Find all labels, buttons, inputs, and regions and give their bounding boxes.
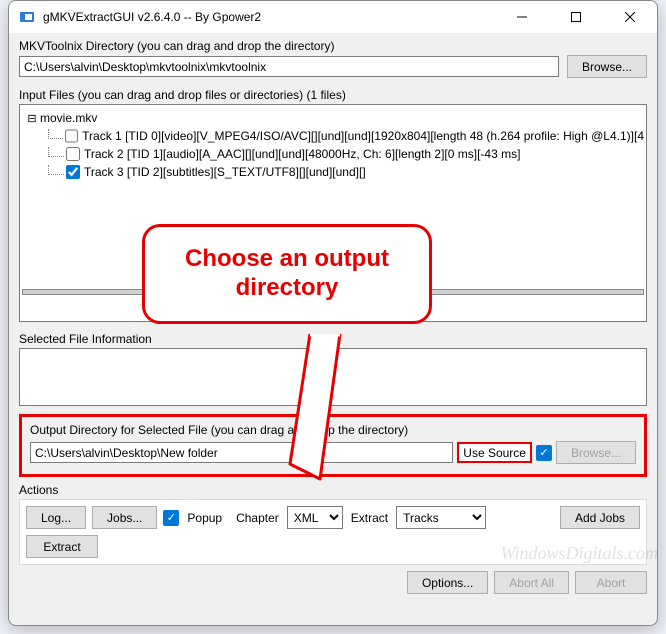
use-source-button[interactable]: Use Source <box>457 442 532 463</box>
app-icon <box>19 9 35 25</box>
jobs-button[interactable]: Jobs... <box>92 506 157 529</box>
titlebar: gMKVExtractGUI v2.6.4.0 -- By Gpower2 <box>9 1 657 33</box>
extract-button[interactable]: Extract <box>26 535 98 558</box>
tree-root-label: movie.mkv <box>40 111 97 125</box>
use-source-checkbox[interactable]: ✓ <box>536 445 552 461</box>
minimize-button[interactable] <box>499 1 545 33</box>
track-row[interactable]: Track 2 [TID 1][audio][A_AAC][][und][und… <box>22 145 644 163</box>
track-checkbox[interactable] <box>66 147 80 161</box>
annotation-callout: Choose an output directory <box>142 224 432 324</box>
popup-checkbox[interactable]: ✓ <box>163 510 179 526</box>
options-button[interactable]: Options... <box>407 571 488 594</box>
chapter-select[interactable]: XML <box>287 506 343 529</box>
input-files-label: Input Files (you can drag and drop files… <box>19 88 647 102</box>
abort-button[interactable]: Abort <box>575 571 647 594</box>
track-checkbox[interactable] <box>65 129 78 143</box>
mkvtoolnix-path-input[interactable] <box>19 56 559 77</box>
callout-tail-icon <box>280 334 360 484</box>
tree-line-icon <box>48 165 64 175</box>
log-button[interactable]: Log... <box>26 506 86 529</box>
actions-bar: Log... Jobs... ✓ Popup Chapter XML Extra… <box>19 499 647 565</box>
output-path-input[interactable] <box>30 442 453 463</box>
tree-root-row[interactable]: ⊟ movie.mkv <box>22 109 644 127</box>
track-label: Track 2 [TID 1][audio][A_AAC][][und][und… <box>84 147 520 161</box>
add-jobs-button[interactable]: Add Jobs <box>560 506 640 529</box>
track-label: Track 1 [TID 0][video][V_MPEG4/ISO/AVC][… <box>82 129 644 143</box>
actions-label: Actions <box>19 483 647 497</box>
extract-mode-label: Extract <box>351 511 388 525</box>
tree-line-icon <box>48 147 64 157</box>
window-title: gMKVExtractGUI v2.6.4.0 -- By Gpower2 <box>43 10 491 24</box>
tree-line-icon <box>48 129 63 139</box>
mkvtoolnix-browse-button[interactable]: Browse... <box>567 55 647 78</box>
track-row[interactable]: Track 1 [TID 0][video][V_MPEG4/ISO/AVC][… <box>22 127 644 145</box>
close-button[interactable] <box>607 1 653 33</box>
popup-label: Popup <box>187 511 222 525</box>
track-label: Track 3 [TID 2][subtitles][S_TEXT/UTF8][… <box>84 165 366 179</box>
maximize-button[interactable] <box>553 1 599 33</box>
extract-mode-select[interactable]: Tracks <box>396 506 486 529</box>
track-row[interactable]: Track 3 [TID 2][subtitles][S_TEXT/UTF8][… <box>22 163 644 181</box>
abort-all-button[interactable]: Abort All <box>494 571 569 594</box>
track-checkbox[interactable] <box>66 165 80 179</box>
callout-text: Choose an output directory <box>185 245 389 301</box>
output-browse-button[interactable]: Browse... <box>556 441 636 464</box>
chapter-label: Chapter <box>236 511 279 525</box>
tree-expander-icon[interactable]: ⊟ <box>26 112 38 125</box>
mkvtoolnix-label: MKVToolnix Directory (you can drag and d… <box>19 39 647 53</box>
